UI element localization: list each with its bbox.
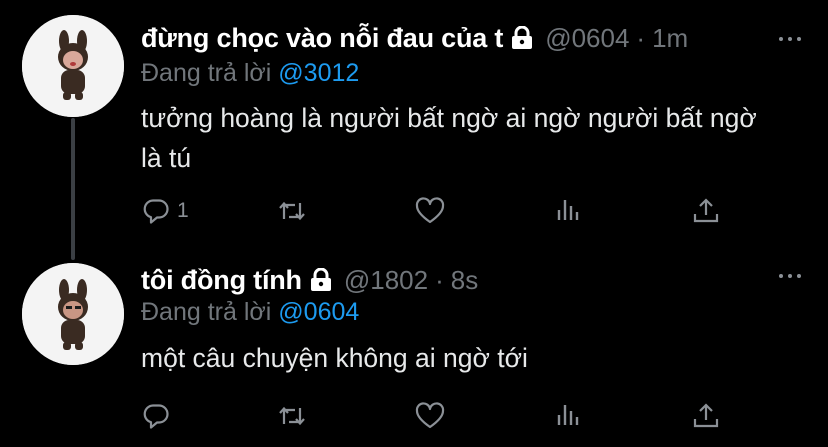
retweet-icon	[279, 406, 305, 426]
timestamp[interactable]: 1m	[652, 23, 688, 53]
tweet-actions	[141, 399, 731, 433]
more-icon[interactable]	[779, 35, 801, 43]
tweet-header: đừng chọc vào nỗi đau của t @0604 · 1m	[141, 20, 688, 56]
replying-to-handle[interactable]: @0604	[278, 298, 359, 326]
tweet-meta: @1802 · 8s	[344, 265, 478, 296]
share-icon	[693, 403, 719, 428]
display-name[interactable]: đừng chọc vào nỗi đau của t	[141, 23, 503, 54]
thread-line	[71, 118, 75, 260]
tweet-text: tưởng hoàng là người bất ngờ ai ngờ ngườ…	[141, 103, 757, 173]
reply-icon	[143, 404, 169, 429]
lock-icon	[310, 268, 331, 291]
heart-icon	[415, 402, 445, 429]
reply-count: 1	[177, 199, 189, 222]
replying-to: Đang trả lời @3012	[141, 59, 359, 88]
views-icon	[557, 405, 579, 425]
replying-to: Đang trả lời @0604	[141, 298, 359, 327]
like-button[interactable]	[415, 194, 445, 228]
reply-icon	[143, 199, 169, 224]
avatar[interactable]	[22, 263, 124, 365]
reply-button[interactable]	[141, 399, 177, 433]
tweet-actions: 1	[141, 194, 731, 228]
tweet[interactable]: đừng chọc vào nỗi đau của t @0604 · 1m Đan…	[0, 0, 828, 260]
share-button[interactable]	[691, 194, 721, 228]
handle[interactable]: @0604	[545, 23, 629, 53]
meta-separator: ·	[636, 22, 646, 53]
meta-separator: ·	[435, 264, 444, 295]
replying-label: Đang trả lời	[141, 298, 272, 326]
views-button[interactable]	[553, 194, 583, 228]
replying-label: Đang trả lời	[141, 59, 272, 87]
retweet-button[interactable]	[277, 399, 307, 433]
views-button[interactable]	[553, 399, 583, 433]
more-icon[interactable]	[779, 272, 801, 280]
retweet-icon	[279, 201, 305, 221]
share-button[interactable]	[691, 399, 721, 433]
tweet-header: tôi đồng tính @1802 · 8s	[141, 262, 478, 298]
lock-icon	[512, 26, 533, 49]
handle[interactable]: @1802	[344, 265, 428, 295]
avatar[interactable]	[22, 15, 124, 117]
like-button[interactable]	[415, 399, 445, 433]
display-name[interactable]: tôi đồng tính	[141, 265, 302, 296]
avatar-figure	[22, 15, 124, 117]
share-icon	[693, 198, 719, 223]
avatar-figure	[22, 263, 124, 365]
retweet-button[interactable]	[277, 194, 307, 228]
heart-icon	[415, 197, 445, 224]
timestamp[interactable]: 8s	[451, 265, 478, 295]
views-icon	[557, 200, 579, 220]
tweet-meta: @0604 · 1m	[545, 23, 688, 54]
replying-to-handle[interactable]: @3012	[278, 59, 359, 87]
reply-button[interactable]: 1	[141, 194, 189, 228]
